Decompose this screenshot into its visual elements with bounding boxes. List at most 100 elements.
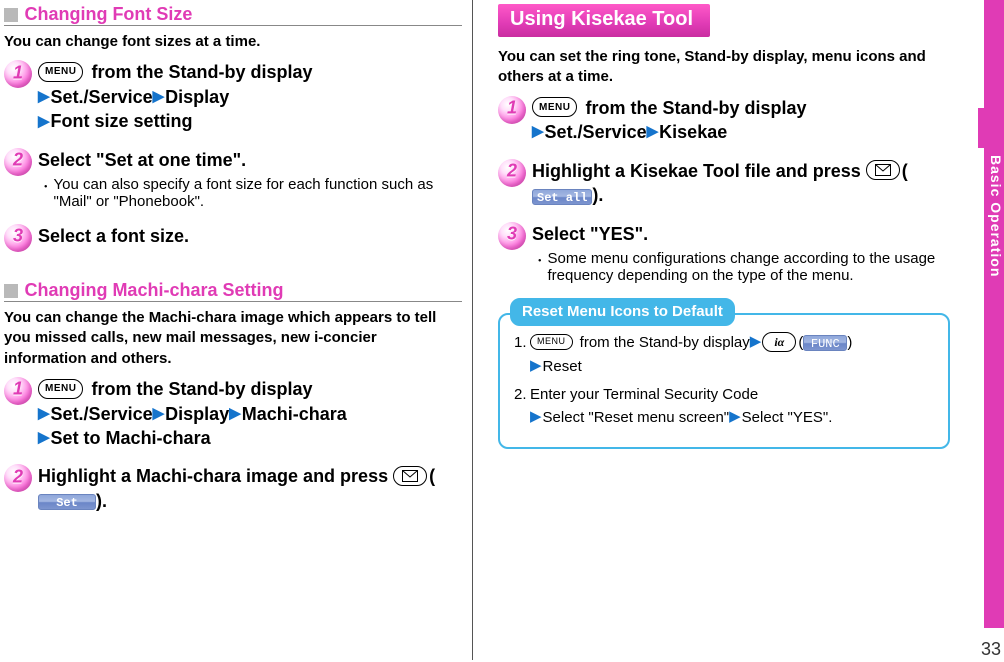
triangle-icon: ▶ — [153, 404, 165, 424]
right-column: Using Kisekae Tool You can set the ring … — [480, 0, 960, 662]
menu-key-icon: MENU — [38, 379, 83, 399]
bullet-icon: ･ — [536, 250, 544, 284]
step-badge: 1 — [498, 96, 526, 124]
step-badge: 2 — [4, 148, 32, 176]
text: Select "Reset menu screen" — [543, 410, 730, 427]
step: 1 MENU from the Stand-by display ▶Set./S… — [4, 60, 462, 134]
step-badge: 3 — [4, 224, 32, 252]
path-part: Set to Machi-chara — [51, 428, 211, 448]
step-note: ･Some menu configurations change accordi… — [536, 250, 950, 284]
paren-close: ) — [847, 334, 852, 351]
text: from the Stand-by display — [576, 334, 750, 351]
triangle-icon: ▶ — [647, 122, 659, 142]
menu-key-icon: MENU — [38, 62, 83, 82]
side-marker — [978, 108, 984, 148]
path-part: Set./Service — [545, 122, 647, 142]
section-heading-text: Changing Font Size — [24, 4, 192, 24]
section-intro: You can change the Machi-chara image whi… — [4, 308, 462, 369]
step-number: 3 — [13, 226, 23, 247]
step-badge: 1 — [4, 377, 32, 405]
step-text: from the Stand-by display — [86, 62, 312, 82]
mail-key-icon — [393, 466, 427, 486]
step: 3 Select "YES". ･Some menu configuration… — [498, 222, 950, 284]
triangle-icon: ▶ — [750, 331, 762, 354]
step-lead: MENU from the Stand-by display ▶Set./Ser… — [532, 96, 950, 145]
triangle-icon: ▶ — [38, 428, 50, 448]
ialpha-key-icon: iα — [762, 332, 796, 352]
heading-square-icon — [4, 284, 18, 298]
section-heading-font: Changing Font Size — [4, 4, 462, 26]
row-num: 2. — [514, 384, 530, 407]
step-badge: 2 — [498, 159, 526, 187]
left-column: Changing Font Size You can change font s… — [0, 0, 480, 662]
path-part: Display — [165, 404, 229, 424]
step-number: 1 — [507, 97, 517, 118]
card-row: 1. MENU from the Stand-by display▶iα(FUN… — [514, 331, 934, 380]
path-part: Set./Service — [51, 87, 153, 107]
triangle-icon: ▶ — [530, 355, 542, 378]
path-part: Display — [165, 87, 229, 107]
step-number: 2 — [507, 160, 517, 181]
triangle-icon: ▶ — [532, 122, 544, 142]
step-text-a: Highlight a Kisekae Tool file and press — [532, 161, 866, 181]
step-badge: 2 — [4, 464, 32, 492]
side-tab-label: Basic Operation — [984, 155, 1004, 277]
card-row: 2. Enter your Terminal Security Code ▶Se… — [514, 384, 934, 431]
triangle-icon: ▶ — [38, 404, 50, 424]
section-heading-machichara: Changing Machi-chara Setting — [4, 280, 462, 302]
step: 2 Highlight a Machi-chara image and pres… — [4, 464, 462, 513]
heading-square-icon — [4, 8, 18, 22]
step-lead: MENU from the Stand-by display ▶Set./Ser… — [38, 60, 462, 134]
step-lead: Select "Set at one time". — [38, 148, 462, 172]
path-part: Kisekae — [659, 122, 727, 142]
section-heading-text: Changing Machi-chara Setting — [24, 280, 283, 300]
step: 2 Select "Set at one time". ･You can als… — [4, 148, 462, 210]
step-number: 1 — [13, 379, 23, 400]
section-intro: You can set the ring tone, Stand-by disp… — [498, 47, 950, 88]
step-number: 1 — [13, 62, 23, 83]
info-card-body: 1. MENU from the Stand-by display▶iα(FUN… — [498, 313, 950, 449]
step-number: 2 — [13, 150, 23, 171]
section-banner: Using Kisekae Tool — [498, 4, 710, 37]
bullet-icon: ･ — [42, 176, 50, 210]
note-text: Some menu configurations change accordin… — [548, 250, 950, 284]
path-part: Set./Service — [51, 404, 153, 424]
column-divider — [472, 0, 473, 660]
step-badge: 1 — [4, 60, 32, 88]
triangle-icon: ▶ — [38, 112, 50, 132]
step: 2 Highlight a Kisekae Tool file and pres… — [498, 159, 950, 208]
path-part: Machi-chara — [242, 404, 347, 424]
softkey-pill: Set — [38, 494, 96, 510]
section-intro: You can change font sizes at a time. — [4, 32, 462, 52]
text: Reset — [543, 359, 582, 376]
menu-key-icon: MENU — [530, 334, 573, 350]
paren-open: ( — [429, 466, 435, 486]
step-text: from the Stand-by display — [86, 379, 312, 399]
mail-key-icon — [866, 160, 900, 180]
step-badge: 3 — [498, 222, 526, 250]
triangle-icon: ▶ — [38, 87, 50, 107]
text: Select "YES". — [742, 410, 833, 427]
note-text: You can also specify a font size for eac… — [54, 176, 462, 210]
path-part: Font size setting — [51, 111, 193, 131]
paren-open: ( — [902, 161, 908, 181]
page-number: 33 — [981, 639, 1001, 660]
row-num: 1. — [514, 332, 530, 355]
softkey-pill: FUNC — [803, 335, 847, 351]
triangle-icon: ▶ — [153, 87, 165, 107]
step-lead: MENU from the Stand-by display ▶Set./Ser… — [38, 377, 462, 451]
triangle-icon: ▶ — [229, 404, 241, 424]
text: Enter your Terminal Security Code — [530, 386, 758, 403]
paren-close: ). — [96, 491, 107, 511]
side-tab — [984, 0, 1004, 628]
step-lead: Select a font size. — [38, 224, 462, 248]
menu-key-icon: MENU — [532, 97, 577, 117]
step-text-a: Highlight a Machi-chara image and press — [38, 466, 393, 486]
triangle-icon: ▶ — [530, 406, 542, 429]
step-number: 3 — [507, 223, 517, 244]
triangle-icon: ▶ — [729, 406, 741, 429]
step-lead: Highlight a Kisekae Tool file and press … — [532, 159, 950, 208]
step-note: ･You can also specify a font size for ea… — [42, 176, 462, 210]
softkey-pill: Set all — [532, 189, 592, 205]
step-number: 2 — [13, 466, 23, 487]
